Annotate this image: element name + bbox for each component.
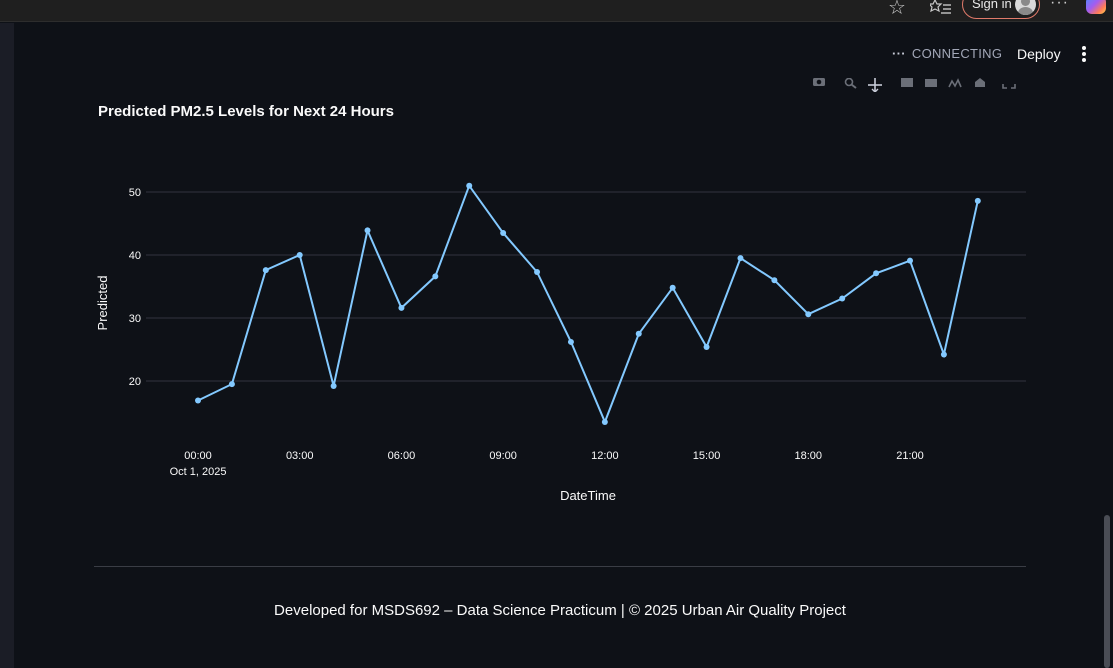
data-point[interactable] — [364, 227, 371, 234]
x-date-label: Oct 1, 2025 — [170, 466, 227, 478]
x-axis-title: DateTime — [560, 488, 616, 503]
x-axis-ticks: 00:00 03:00 06:00 09:00 12:00 15:00 18:00 21:00 — [184, 450, 924, 462]
gridlines — [146, 191, 1026, 382]
footer-text: Developed for MSDS692 – Data Science Pra… — [274, 602, 846, 619]
x-tick-label: 03:00 — [286, 450, 314, 462]
x-tick-label: 06:00 — [388, 450, 416, 462]
data-point[interactable] — [195, 397, 201, 404]
y-axis-ticks: 20 30 40 50 — [129, 187, 141, 388]
data-point[interactable] — [771, 277, 778, 284]
y-axis-title: Predicted — [95, 276, 110, 331]
y-tick-label: 50 — [129, 187, 141, 199]
data-point[interactable] — [601, 418, 608, 425]
x-tick-label: 09:00 — [489, 450, 517, 462]
data-point[interactable] — [703, 343, 710, 350]
y-tick-label: 40 — [129, 250, 141, 262]
x-tick-label: 21:00 — [896, 450, 924, 462]
data-point[interactable] — [974, 197, 981, 204]
x-tick-label: 15:00 — [693, 450, 721, 462]
x-tick-label: 00:00 — [184, 450, 212, 462]
x-tick-label: 12:00 — [591, 450, 619, 462]
data-point[interactable] — [500, 229, 507, 236]
data-point[interactable] — [534, 269, 541, 276]
pm25-line-chart[interactable]: 20 30 40 50 00:00 03:00 06:00 09:00 12:00 15:00 1… — [0, 0, 1113, 560]
data-point[interactable] — [907, 257, 913, 264]
data-point[interactable] — [466, 182, 473, 189]
data-point[interactable] — [940, 351, 947, 358]
footer-divider — [94, 566, 1026, 567]
data-point[interactable] — [635, 330, 642, 337]
data-point[interactable] — [805, 311, 812, 318]
data-point[interactable] — [669, 284, 676, 291]
x-tick-label: 18:00 — [795, 450, 823, 462]
data-point[interactable] — [296, 252, 303, 258]
data-point[interactable] — [330, 383, 337, 390]
y-tick-label: 30 — [129, 313, 141, 325]
data-point[interactable] — [737, 255, 744, 262]
data-point[interactable] — [228, 381, 235, 388]
y-tick-label: 20 — [129, 376, 141, 388]
data-point[interactable] — [873, 270, 880, 277]
predicted-series-line[interactable] — [197, 183, 979, 425]
data-point[interactable] — [567, 338, 574, 345]
data-point[interactable] — [432, 273, 439, 280]
data-point[interactable] — [839, 295, 846, 302]
data-point[interactable] — [262, 267, 269, 274]
data-point[interactable] — [398, 304, 405, 311]
